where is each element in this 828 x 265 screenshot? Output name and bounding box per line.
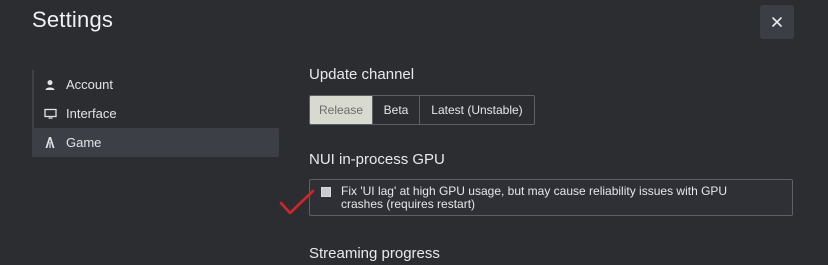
sidebar-item-account[interactable]: Account bbox=[32, 70, 279, 99]
sidebar-item-game[interactable]: Game bbox=[32, 128, 279, 157]
nui-gpu-checkbox-label: Fix 'UI lag' at high GPU usage, but may … bbox=[341, 184, 728, 211]
game-logo-icon bbox=[43, 136, 57, 150]
channel-option-release[interactable]: Release bbox=[310, 96, 372, 124]
channel-option-latest[interactable]: Latest (Unstable) bbox=[419, 96, 534, 124]
settings-window: Settings Account Interface Game Update c… bbox=[0, 0, 828, 265]
sidebar-item-label: Game bbox=[66, 135, 102, 150]
checkmark-annotation-icon bbox=[279, 189, 315, 215]
sidebar: Account Interface Game bbox=[32, 70, 279, 157]
sidebar-item-interface[interactable]: Interface bbox=[32, 99, 279, 128]
update-channel-selector: Release Beta Latest (Unstable) bbox=[309, 95, 535, 125]
channel-option-beta[interactable]: Beta bbox=[372, 96, 419, 124]
update-channel-heading: Update channel bbox=[309, 66, 415, 83]
user-icon bbox=[43, 78, 57, 92]
streaming-progress-heading: Streaming progress bbox=[309, 245, 440, 262]
close-icon bbox=[772, 17, 782, 27]
nui-gpu-checkbox[interactable] bbox=[321, 187, 331, 197]
monitor-icon bbox=[43, 107, 57, 121]
nui-gpu-checkbox-row[interactable]: Fix 'UI lag' at high GPU usage, but may … bbox=[309, 179, 793, 216]
sidebar-item-label: Interface bbox=[66, 106, 117, 121]
page-title: Settings bbox=[32, 7, 114, 32]
sidebar-item-label: Account bbox=[66, 77, 113, 92]
close-button[interactable] bbox=[760, 5, 794, 39]
nui-gpu-heading: NUI in-process GPU bbox=[309, 151, 445, 168]
